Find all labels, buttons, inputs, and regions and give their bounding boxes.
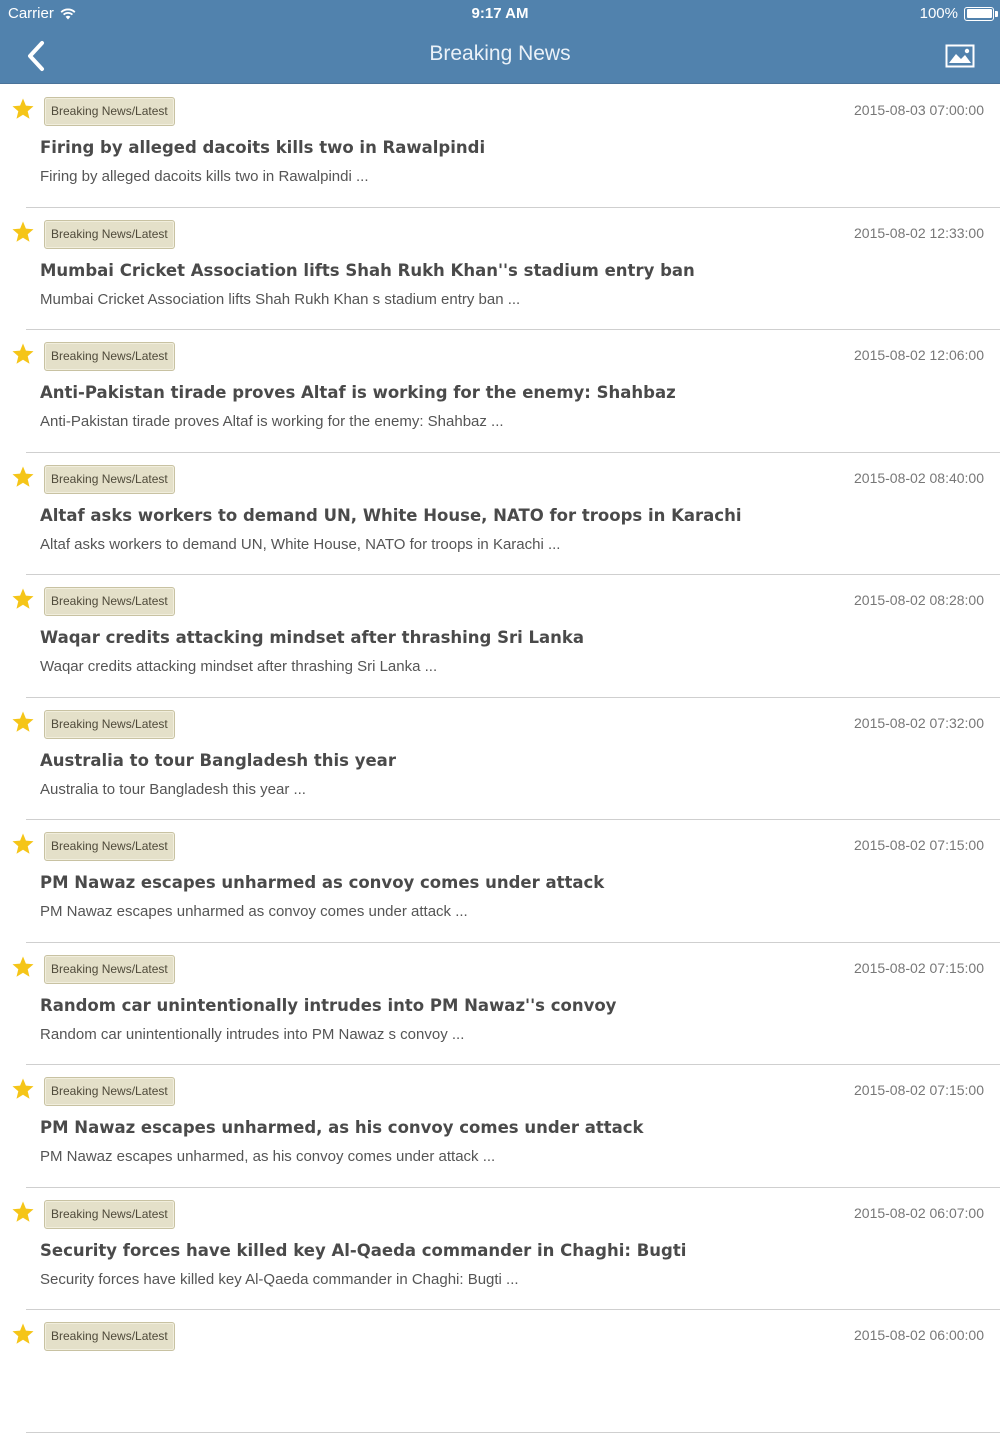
news-summary: Anti-Pakistan tirade proves Altaf is wor… [40,413,504,430]
news-date: 2015-08-02 07:32:00 [854,714,984,731]
news-summary: Security forces have killed key Al-Qaeda… [40,1270,519,1288]
news-summary: Australia to tour Bangladesh this year .… [40,780,306,798]
category-badge: Breaking News/Latest [44,832,175,861]
news-title[interactable]: PM Nawaz escapes unharmed as convoy come… [40,873,970,892]
star-icon[interactable] [11,1200,35,1224]
news-list-item[interactable]: Breaking News/Latest 2015-08-02 07:32:00… [0,698,1000,820]
news-title[interactable]: Mumbai Cricket Association lifts Shah Ru… [40,261,970,280]
app-header: Carrier 9:17 AM 100% Breaking News [0,0,1000,84]
star-icon[interactable] [11,955,35,979]
status-bar: Carrier 9:17 AM 100% [0,0,1000,28]
category-badge: Breaking News/Latest [44,1322,175,1351]
news-list-item[interactable]: Breaking News/Latest 2015-08-02 07:15:00… [0,943,1000,1065]
news-summary: PM Nawaz escapes unharmed as convoy come… [40,903,468,920]
star-icon[interactable] [11,220,35,244]
star-icon[interactable] [11,832,35,856]
star-icon[interactable] [11,465,35,489]
news-date: 2015-08-02 06:00:00 [854,1327,984,1343]
news-summary: Random car unintentionally intrudes into… [40,1025,465,1043]
page-title: Breaking News [429,42,571,65]
category-badge: Breaking News/Latest [44,464,175,494]
news-date: 2015-08-02 07:15:00 [854,1082,984,1098]
news-list-item[interactable]: Breaking News/Latest 2015-08-02 06:07:00… [0,1188,1000,1310]
image-icon [945,44,975,68]
category-badge: Breaking News/Latest [44,587,175,616]
category-badge: Breaking News/Latest [44,954,175,984]
news-list-item[interactable]: Breaking News/Latest 2015-08-03 07:00:00… [0,85,1000,208]
category-badge: Breaking News/Latest [44,709,175,739]
news-list-item[interactable]: Breaking News/Latest 2015-08-02 12:06:00… [0,330,1000,453]
news-date: 2015-08-02 07:15:00 [854,959,984,976]
news-title[interactable]: Altaf asks workers to demand UN, White H… [40,506,970,525]
news-date: 2015-08-02 08:28:00 [854,592,984,608]
news-list: Breaking News/Latest 2015-08-03 07:00:00… [0,85,1000,1433]
news-summary: Mumbai Cricket Association lifts Shah Ru… [40,290,521,308]
news-title[interactable]: Waqar credits attacking mindset after th… [40,628,970,647]
news-title[interactable]: Random car unintentionally intrudes into… [40,996,970,1015]
news-date: 2015-08-02 12:33:00 [854,224,984,241]
news-summary: Waqar credits attacking mindset after th… [40,658,438,675]
image-button[interactable] [940,38,980,74]
news-summary: Firing by alleged dacoits kills two in R… [40,168,369,185]
news-list-item[interactable]: Breaking News/Latest 2015-08-02 08:40:00… [0,453,1000,575]
news-title[interactable]: Anti-Pakistan tirade proves Altaf is wor… [40,383,970,402]
star-icon[interactable] [11,97,35,121]
star-icon[interactable] [11,1077,35,1101]
category-badge: Breaking News/Latest [44,1199,175,1229]
news-list-item[interactable]: Breaking News/Latest 2015-08-02 06:00:00 [0,1310,1000,1433]
category-badge: Breaking News/Latest [44,219,175,249]
news-date: 2015-08-02 08:40:00 [854,469,984,486]
navigation-bar: Breaking News [0,28,1000,84]
news-list-item[interactable]: Breaking News/Latest 2015-08-02 07:15:00… [0,820,1000,943]
category-badge: Breaking News/Latest [44,1077,175,1106]
news-list-item[interactable]: Breaking News/Latest 2015-08-02 12:33:00… [0,208,1000,330]
row-divider [26,1431,1000,1433]
star-icon[interactable] [11,342,35,366]
news-date: 2015-08-03 07:00:00 [854,102,984,118]
battery-percentage: 100% [919,5,958,22]
news-date: 2015-08-02 12:06:00 [854,347,984,363]
news-title[interactable]: PM Nawaz escapes unharmed, as his convoy… [40,1118,970,1137]
news-title[interactable]: Firing by alleged dacoits kills two in R… [40,138,970,157]
news-date: 2015-08-02 06:07:00 [854,1204,984,1221]
star-icon[interactable] [11,587,35,611]
clock: 9:17 AM [471,5,529,22]
news-list-item[interactable]: Breaking News/Latest 2015-08-02 08:28:00… [0,575,1000,698]
news-title[interactable]: Security forces have killed key Al-Qaeda… [40,1241,970,1260]
news-summary: PM Nawaz escapes unharmed, as his convoy… [40,1148,496,1165]
news-summary: Altaf asks workers to demand UN, White H… [40,535,561,553]
news-list-item[interactable]: Breaking News/Latest 2015-08-02 07:15:00… [0,1065,1000,1188]
battery-icon [964,6,998,21]
star-icon[interactable] [11,710,35,734]
category-badge: Breaking News/Latest [44,342,175,371]
news-date: 2015-08-02 07:15:00 [854,837,984,853]
news-title[interactable]: Australia to tour Bangladesh this year [40,751,970,770]
category-badge: Breaking News/Latest [44,97,175,126]
star-icon[interactable] [11,1322,35,1346]
battery-indicator: 100% [919,5,998,22]
